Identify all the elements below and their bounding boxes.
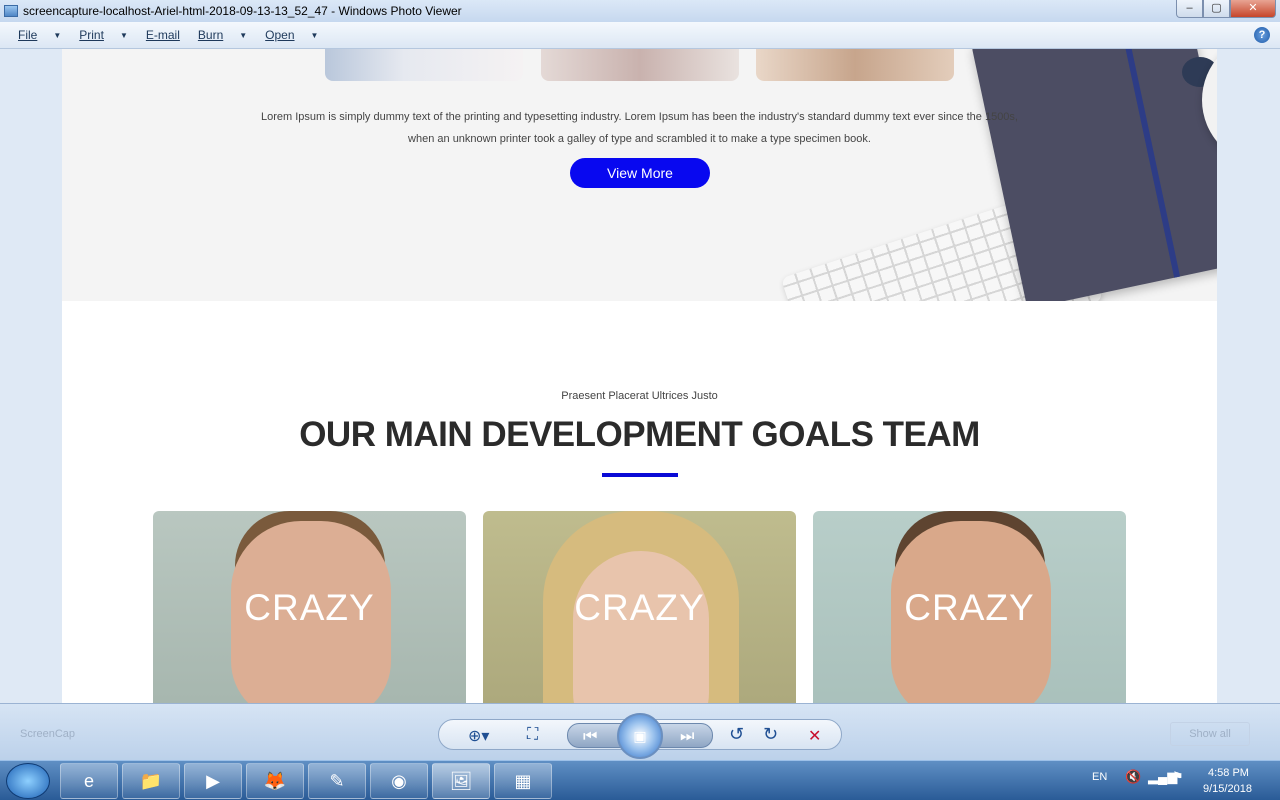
file-explorer-icon[interactable]: 📁 — [122, 763, 180, 799]
title-bar: screencapture-localhost-Ariel-html-2018-… — [0, 0, 1280, 22]
photo-viewer-task-icon[interactable]: 🖼 — [432, 763, 490, 799]
help-icon[interactable]: ? — [1254, 27, 1270, 43]
screenshot-image: Lorem Ipsum is simply dummy text of the … — [62, 49, 1217, 703]
menu-open[interactable]: Open ▼ — [265, 28, 318, 42]
slideshow-button[interactable]: ▣ — [617, 713, 663, 759]
maximize-button[interactable]: ▢ — [1203, 0, 1230, 18]
section-title: OUR MAIN DEVELOPMENT GOALS TEAM — [299, 415, 980, 454]
menu-open-label: Open — [265, 28, 295, 42]
ghost-window-label: ScreenCap — [20, 728, 76, 740]
hero-section: Lorem Ipsum is simply dummy text of the … — [62, 49, 1217, 301]
firefox-icon[interactable]: 🦊 — [246, 763, 304, 799]
menu-file-label: File — [18, 28, 38, 42]
next-icon[interactable]: ⏭ — [680, 728, 694, 746]
taskbar: e 📁 ▶ 🦊 ✎ ◉ 🖼 ▦ EN 🔇 ▂▄▆ ⚑ 4:58 PM 9/15/… — [0, 760, 1280, 800]
team-card-label: CRAZY — [574, 587, 705, 628]
viewer-control-bar: ScreenCap Show all ⊕▾ ⛶ ⏮ ▣ ⏭ ↺ ↻ ✕ — [0, 703, 1280, 760]
section-eyebrow: Praesent Placerat Ultrices Justo — [561, 390, 718, 402]
media-player-icon[interactable]: ▶ — [184, 763, 242, 799]
desk-photo — [677, 49, 1217, 301]
hero-description: Lorem Ipsum is simply dummy text of the … — [261, 111, 1018, 145]
team-card: CRAZY — [813, 511, 1126, 703]
dropdown-caret-icon: ▼ — [239, 30, 248, 40]
menu-file[interactable]: File ▼ — [18, 28, 61, 42]
team-card-label: CRAZY — [244, 587, 375, 628]
internet-explorer-icon[interactable]: e — [60, 763, 118, 799]
calculator-icon[interactable]: ▦ — [494, 763, 552, 799]
clock-date[interactable]: 9/15/2018 — [1203, 783, 1252, 795]
team-card-label: CRAZY — [904, 587, 1035, 628]
menu-email-label: E-mail — [145, 28, 180, 42]
photo-viewer-app-icon — [4, 5, 18, 17]
menu-burn-label: Burn — [197, 28, 224, 42]
actual-size-icon[interactable]: ⛶ — [527, 726, 538, 744]
menu-email[interactable]: E-mail — [146, 28, 180, 42]
minimize-button[interactable]: ‒ — [1176, 0, 1203, 18]
team-card: CRAZY — [153, 511, 466, 703]
dropdown-caret-icon: ▼ — [310, 30, 319, 40]
close-button[interactable]: ✕ — [1230, 0, 1276, 18]
volume-muted-icon[interactable]: 🔇 — [1125, 769, 1141, 785]
dropdown-caret-icon: ▼ — [119, 30, 128, 40]
start-button[interactable] — [6, 763, 50, 799]
title-divider — [602, 473, 678, 477]
dropdown-caret-icon: ▼ — [53, 30, 62, 40]
action-center-icon[interactable]: ⚑ — [1172, 769, 1184, 785]
menu-burn[interactable]: Burn ▼ — [198, 28, 247, 42]
menu-print[interactable]: Print ▼ — [79, 28, 128, 42]
view-more-button: View More — [570, 158, 710, 188]
menu-bar: File ▼ Print ▼ E-mail Burn ▼ Open ▼ ? — [0, 22, 1280, 49]
delete-icon[interactable]: ✕ — [808, 726, 821, 746]
gallery-thumbnail — [325, 49, 523, 81]
image-viewport[interactable]: Lorem Ipsum is simply dummy text of the … — [0, 49, 1280, 703]
language-indicator[interactable]: EN — [1092, 771, 1107, 783]
window-controls: ‒ ▢ ✕ — [1176, 0, 1276, 18]
menu-print-label: Print — [79, 28, 104, 42]
previous-icon[interactable]: ⏮ — [583, 728, 597, 746]
chrome-icon[interactable]: ◉ — [370, 763, 428, 799]
clock-time[interactable]: 4:58 PM — [1208, 767, 1249, 779]
window-title: screencapture-localhost-Ariel-html-2018-… — [23, 4, 462, 18]
zoom-icon[interactable]: ⊕▾ — [468, 726, 489, 746]
notepad-plus-icon[interactable]: ✎ — [308, 763, 366, 799]
team-card: CRAZY — [483, 511, 796, 703]
ghost-show-all-button: Show all — [1170, 722, 1250, 746]
rotate-left-icon[interactable]: ↺ — [729, 724, 744, 745]
rotate-right-icon[interactable]: ↻ — [763, 724, 778, 745]
